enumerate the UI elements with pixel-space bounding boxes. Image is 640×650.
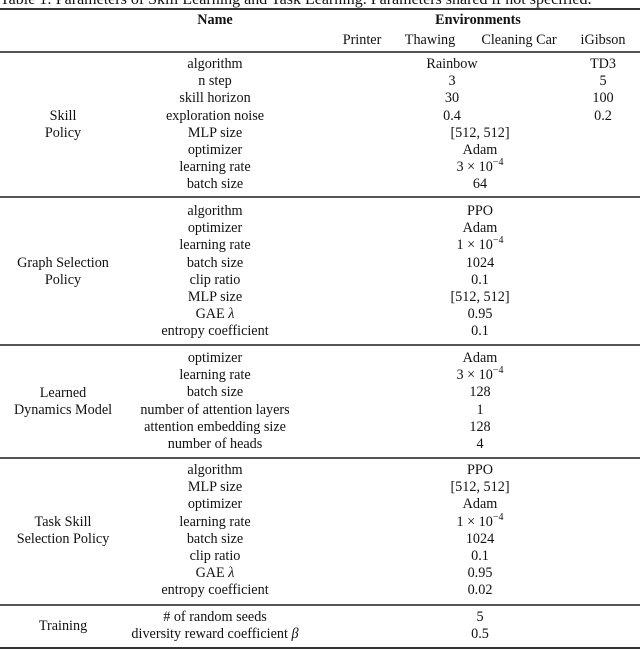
param-value: 0.2 <box>594 107 612 124</box>
param-value: 0.1 <box>471 548 489 564</box>
param-value: 5 <box>599 73 607 90</box>
group-separator-rule <box>0 457 640 459</box>
group-separator-rule <box>0 604 640 606</box>
param-name: optimizer <box>187 350 243 366</box>
header-env-printer: Printer <box>342 32 382 48</box>
param-name: batch size <box>186 176 244 193</box>
param-name: clip ratio <box>189 548 241 564</box>
param-value: 4 <box>476 436 484 452</box>
param-name: GAE λ <box>195 565 235 582</box>
param-name: entropy coefficient <box>161 582 269 599</box>
table-caption: Table 1: Parameters of Skill Learning an… <box>0 0 640 8</box>
param-name: skill horizon <box>179 90 251 107</box>
group-label: Graph Selection <box>17 254 109 271</box>
param-value: [512, 512] <box>450 124 510 141</box>
param-value: 100 <box>592 90 614 107</box>
param-value: PPO <box>466 203 494 219</box>
param-value: [512, 512] <box>450 479 510 496</box>
param-value: 1024 <box>465 254 495 271</box>
group-label: Task Skill <box>34 513 92 530</box>
group-separator-rule <box>0 344 640 346</box>
param-name: learning rate <box>179 367 251 384</box>
param-name: number of attention layers <box>140 401 290 418</box>
greek-symbol: λ <box>228 306 235 323</box>
param-name: entropy coefficient <box>161 323 269 340</box>
param-value: 0.95 <box>467 306 493 323</box>
param-value: 128 <box>469 384 491 401</box>
param-name: algorithm <box>187 203 243 219</box>
exponent: −4 <box>492 511 504 523</box>
group-label: Training <box>38 617 88 634</box>
param-name: algorithm <box>187 56 243 72</box>
param-value: PPO <box>466 462 494 478</box>
param-value: TD3 <box>589 56 617 72</box>
param-name: exploration noise <box>165 107 265 124</box>
param-value: 1024 <box>465 530 495 547</box>
param-value: 64 <box>472 176 488 193</box>
param-name: optimizer <box>187 142 243 158</box>
param-name: MLP size <box>187 124 243 141</box>
param-name: n step <box>198 73 232 90</box>
param-name: batch size <box>186 254 244 271</box>
group-label: Learned <box>39 384 87 401</box>
group-separator-rule <box>0 196 640 198</box>
group-label: Policy <box>44 271 82 288</box>
group-label: Selection Policy <box>16 530 110 547</box>
exponent: −4 <box>492 365 504 377</box>
header-env-igibson: iGibson <box>580 32 626 48</box>
param-name: GAE λ <box>195 306 235 323</box>
header-env-thawing: Thawing <box>404 32 456 48</box>
param-value: 1 × 10−4 <box>456 235 504 254</box>
param-value: 30 <box>444 90 460 107</box>
exponent: −4 <box>492 157 504 169</box>
param-value: 0.95 <box>467 565 493 582</box>
param-name: algorithm <box>187 462 243 478</box>
header-rule <box>0 51 640 53</box>
param-name: batch size <box>186 384 244 401</box>
param-name: batch size <box>186 530 244 547</box>
param-value: 3 × 10−4 <box>456 157 504 176</box>
header-environments: Environments <box>435 12 521 28</box>
param-value: 0.1 <box>471 323 489 340</box>
param-name: number of heads <box>167 436 263 452</box>
group-label: Policy <box>44 124 82 141</box>
param-value: 0.5 <box>471 626 489 643</box>
param-value: 3 <box>448 73 456 90</box>
param-name: diversity reward coefficient β <box>131 626 299 643</box>
param-name: learning rate <box>179 237 251 254</box>
bottom-rule <box>0 647 640 649</box>
param-name: clip ratio <box>189 271 241 288</box>
param-value: Rainbow <box>426 56 478 72</box>
param-value: 0.02 <box>467 582 493 599</box>
param-name: attention embedding size <box>144 418 286 435</box>
header-name: Name <box>197 12 233 28</box>
param-value: 3 × 10−4 <box>456 365 504 384</box>
group-label: Skill <box>49 107 77 124</box>
param-value: 0.4 <box>443 107 461 124</box>
greek-symbol: β <box>291 626 299 643</box>
group-label: Dynamics Model <box>13 401 113 418</box>
param-value: 5 <box>476 609 484 625</box>
param-value: 1 <box>476 401 484 418</box>
param-value: 1 × 10−4 <box>456 511 504 530</box>
exponent: −4 <box>492 235 504 247</box>
param-name: optimizer <box>187 220 243 237</box>
param-name: MLP size <box>187 479 243 496</box>
param-name: MLP size <box>187 289 243 305</box>
greek-symbol: λ <box>228 565 235 582</box>
param-name: optimizer <box>187 496 243 513</box>
param-value: [512, 512] <box>450 289 510 305</box>
param-name: learning rate <box>179 159 251 176</box>
param-name: learning rate <box>179 513 251 530</box>
param-value: 128 <box>469 418 491 435</box>
param-value: 0.1 <box>471 271 489 288</box>
top-rule <box>0 8 640 10</box>
param-name: # of random seeds <box>163 609 267 625</box>
header-env-cleaning-car: Cleaning Car <box>481 32 557 48</box>
